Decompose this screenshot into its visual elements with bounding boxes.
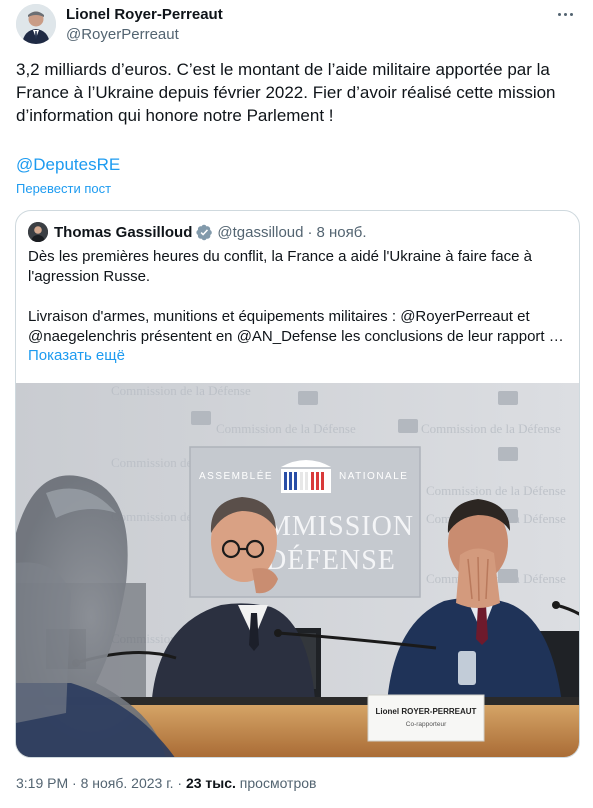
wall-text: Commission de la Défense [421, 421, 561, 436]
sign-line-2: DÉFENSE [266, 545, 396, 576]
post-date[interactable]: 8 нояб. 2023 г. [81, 775, 174, 791]
dot-separator: · [72, 775, 77, 791]
quoted-date[interactable]: 8 нояб. [316, 224, 366, 241]
author-handle[interactable]: @RoyerPerreaut [66, 25, 223, 45]
quoted-tweet[interactable]: Thomas Gassilloud @tgassilloud · 8 нояб.… [15, 210, 580, 758]
author-name[interactable]: Lionel Royer-Perreaut [66, 6, 223, 24]
wall-text: Commission de la Défense [111, 383, 251, 398]
mention-link[interactable]: @DeputesRE [16, 153, 120, 176]
views-label: просмотров [239, 775, 317, 791]
sign-line-1: MMISSION [266, 511, 414, 542]
author-block: Lionel Royer-Perreaut @RoyerPerreaut [66, 6, 223, 45]
wall-text: Commission de la Défense [426, 483, 566, 498]
dot-separator: · [307, 223, 313, 241]
show-more-link[interactable]: Показать ещё [28, 347, 125, 364]
nameplate-role: Co-rapporteur [406, 721, 447, 728]
quoted-header: Thomas Gassilloud @tgassilloud · 8 нояб. [28, 222, 367, 242]
quoted-avatar[interactable] [28, 222, 48, 242]
nameplate-name: Lionel ROYER-PERREAUT [376, 707, 477, 716]
tweet-text: 3,2 milliards d’euros. C’est le montant … [16, 60, 556, 125]
post-time[interactable]: 3:19 PM [16, 775, 68, 791]
assemblee-logo-icon [281, 460, 331, 493]
views-count: 23 тыс. [185, 775, 236, 791]
sign-assemblee: ASSEMBLÉE [199, 469, 273, 482]
tweet-footer: 3:19 PM · 8 нояб. 2023 г. · 23 тыс. прос… [16, 775, 316, 791]
sign-nationale: NATIONALE [339, 471, 408, 482]
more-options-icon[interactable] [553, 6, 577, 22]
author-avatar[interactable] [16, 4, 56, 44]
wall-text: Commission de la Défense [216, 421, 356, 436]
tweet: Lionel Royer-Perreaut @RoyerPerreaut 3,2… [0, 0, 593, 808]
quoted-author-name[interactable]: Thomas Gassilloud [54, 224, 192, 241]
quoted-paragraph-2: Livraison d'armes, munitions et équipeme… [28, 308, 564, 345]
quoted-paragraph-1: Dès les premières heures du conflit, la … [28, 248, 532, 285]
quoted-author-handle[interactable]: @tgassilloud [217, 224, 303, 241]
quoted-photo[interactable]: Commission de la Défense Commission de l… [16, 383, 579, 757]
quoted-text: Dès les premières heures du conflit, la … [28, 247, 568, 347]
translate-post-link[interactable]: Перевести пост [16, 181, 111, 196]
verified-badge-icon [196, 224, 213, 240]
dot-separator: · [177, 775, 183, 791]
